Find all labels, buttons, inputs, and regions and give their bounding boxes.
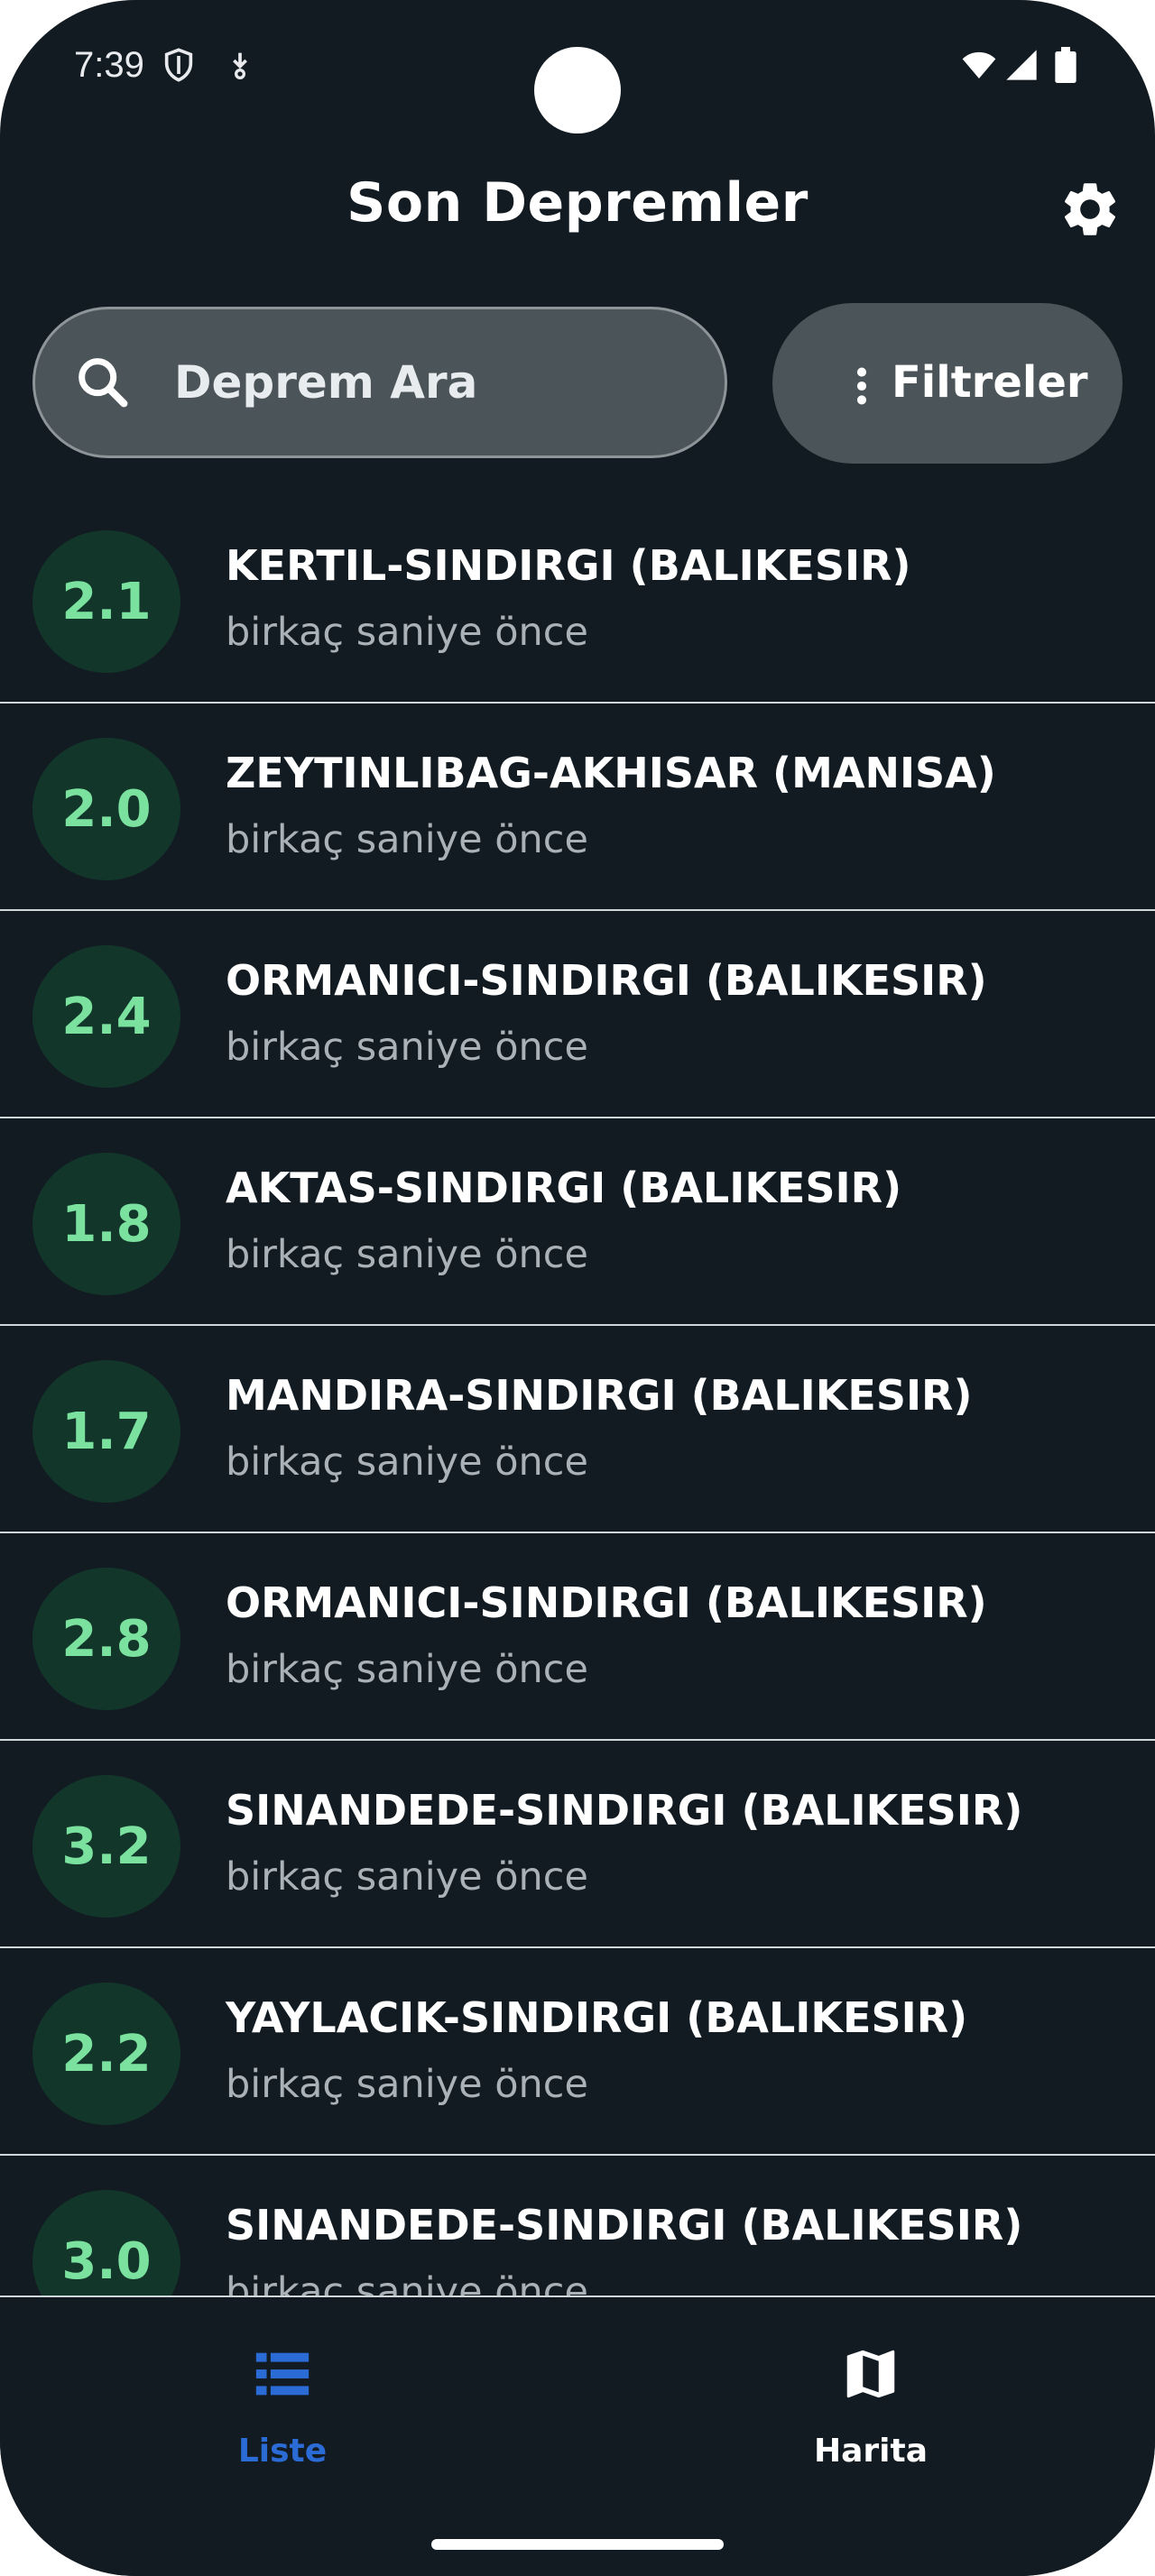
status-time: 7:39 <box>74 45 144 85</box>
magnitude-badge: 1.7 <box>32 1360 180 1503</box>
earthquake-location: ORMANICI-SINDIRGI (BALIKESIR) <box>226 1578 987 1627</box>
earthquake-list[interactable]: 2.1 KERTIL-SINDIRGI (BALIKESIR) birkaç s… <box>0 496 1155 2295</box>
signal-icon <box>1006 50 1037 80</box>
filter-button-label: Filtreler <box>892 357 1088 408</box>
status-bar: 7:39 <box>0 0 1155 135</box>
list-icon <box>255 2352 310 2396</box>
magnitude-badge: 2.0 <box>32 738 180 880</box>
search-placeholder: Deprem Ara <box>174 356 478 409</box>
home-indicator[interactable] <box>431 2539 724 2550</box>
list-item[interactable]: 2.2 YAYLACIK-SINDIRGI (BALIKESIR) birkaç… <box>0 1948 1155 2156</box>
nav-item-harita[interactable]: Harita <box>726 2297 1015 2496</box>
nav-label-harita: Harita <box>813 2433 929 2470</box>
bottom-navigation: Liste Harita <box>0 2295 1155 2576</box>
magnitude-badge: 2.8 <box>32 1568 180 1710</box>
nav-item-liste[interactable]: Liste <box>138 2297 427 2496</box>
earthquake-time: birkaç saniye önce <box>226 1440 588 1485</box>
page-title: Son Depremler <box>346 171 808 235</box>
earthquake-location: AKTAS-SINDIRGI (BALIKESIR) <box>226 1164 902 1212</box>
more-vert-icon <box>856 367 867 405</box>
list-item[interactable]: 2.1 KERTIL-SINDIRGI (BALIKESIR) birkaç s… <box>0 496 1155 704</box>
earthquake-location: ZEYTINLIBAG-AKHISAR (MANISA) <box>226 749 996 797</box>
earthquake-location: ORMANICI-SINDIRGI (BALIKESIR) <box>226 956 987 1005</box>
phone-screen: 7:39 Son Depremler Deprem Ara Filtreler … <box>0 0 1155 2576</box>
list-item[interactable]: 1.7 MANDIRA-SINDIRGI (BALIKESIR) birkaç … <box>0 1326 1155 1533</box>
shield-icon <box>164 48 193 82</box>
magnitude-badge: 3.2 <box>32 1775 180 1918</box>
list-item[interactable]: 2.0 ZEYTINLIBAG-AKHISAR (MANISA) birkaç … <box>0 704 1155 911</box>
earthquake-time: birkaç saniye önce <box>226 1025 588 1070</box>
earthquake-time: birkaç saniye önce <box>226 2269 588 2295</box>
battery-icon <box>1055 47 1076 83</box>
search-icon <box>79 358 128 408</box>
camera-cutout <box>534 47 621 133</box>
list-item[interactable]: 3.2 SINANDEDE-SINDIRGI (BALIKESIR) birka… <box>0 1741 1155 1948</box>
earthquake-time: birkaç saniye önce <box>226 2062 588 2107</box>
list-item[interactable]: 3.0 SINANDEDE-SINDIRGI (BALIKESIR) birka… <box>0 2156 1155 2295</box>
magnitude-badge: 2.2 <box>32 1983 180 2125</box>
filter-button[interactable]: Filtreler <box>772 303 1123 464</box>
magnitude-badge: 1.8 <box>32 1153 180 1295</box>
earthquake-location: SINANDEDE-SINDIRGI (BALIKESIR) <box>226 1786 1023 1835</box>
earthquake-time: birkaç saniye önce <box>226 1647 588 1692</box>
earthquake-location: MANDIRA-SINDIRGI (BALIKESIR) <box>226 1371 973 1420</box>
magnitude-badge: 3.0 <box>32 2190 180 2295</box>
list-item[interactable]: 2.8 ORMANICI-SINDIRGI (BALIKESIR) birkaç… <box>0 1533 1155 1741</box>
earthquake-time: birkaç saniye önce <box>226 817 588 862</box>
earthquake-location: KERTIL-SINDIRGI (BALIKESIR) <box>226 541 911 590</box>
earthquake-time: birkaç saniye önce <box>226 1232 588 1277</box>
earthquake-time: birkaç saniye önce <box>226 610 588 655</box>
magnitude-badge: 2.4 <box>32 945 180 1088</box>
download-icon <box>233 52 247 79</box>
magnitude-badge: 2.1 <box>32 530 180 673</box>
nav-label-liste: Liste <box>237 2433 328 2470</box>
earthquake-location: YAYLACIK-SINDIRGI (BALIKESIR) <box>226 1993 968 2042</box>
list-item[interactable]: 1.8 AKTAS-SINDIRGI (BALIKESIR) birkaç sa… <box>0 1118 1155 1326</box>
list-item[interactable]: 2.4 ORMANICI-SINDIRGI (BALIKESIR) birkaç… <box>0 911 1155 1118</box>
earthquake-location: SINANDEDE-SINDIRGI (BALIKESIR) <box>226 2201 1023 2249</box>
wifi-icon <box>962 51 996 78</box>
map-icon <box>846 2350 895 2398</box>
search-input[interactable]: Deprem Ara <box>32 307 727 458</box>
earthquake-time: birkaç saniye önce <box>226 1854 588 1900</box>
gear-icon[interactable] <box>1058 177 1123 242</box>
